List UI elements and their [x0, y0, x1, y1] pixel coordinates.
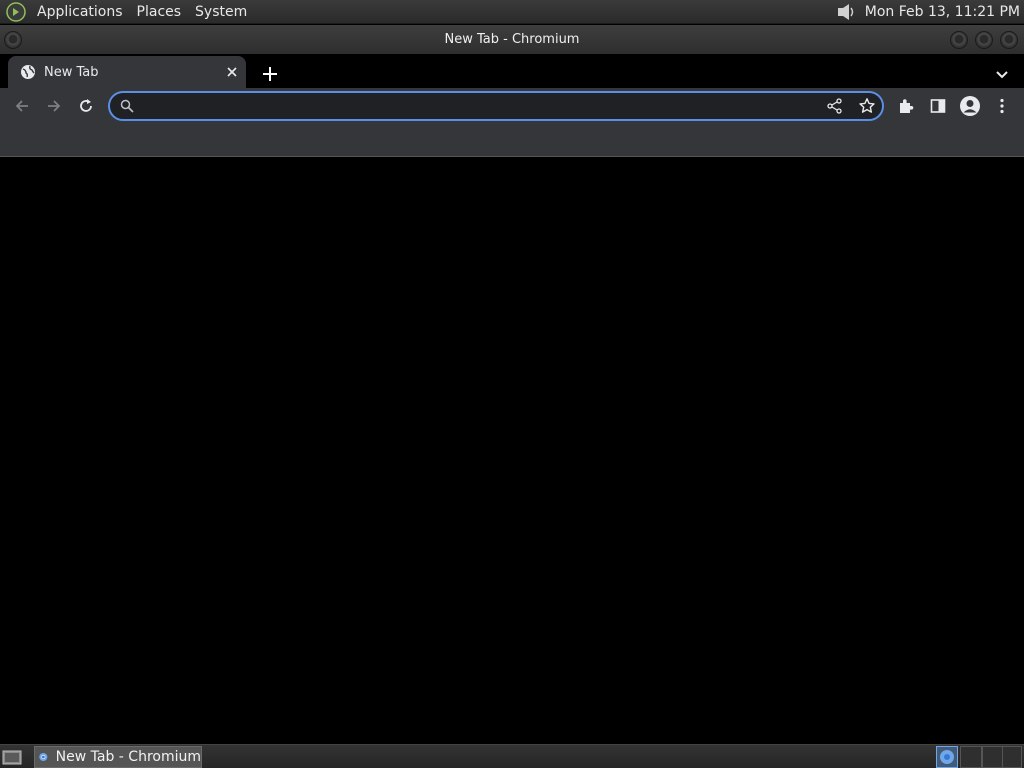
- side-panel-button[interactable]: [924, 92, 952, 120]
- profile-button[interactable]: [956, 92, 984, 120]
- workspace-4[interactable]: [1002, 746, 1022, 768]
- avatar-icon: [960, 96, 980, 116]
- search-icon: [120, 99, 134, 113]
- workspace-1[interactable]: [936, 746, 958, 768]
- extensions-button[interactable]: [892, 92, 920, 120]
- show-desktop-icon[interactable]: [2, 748, 22, 766]
- window-menu-button[interactable]: [4, 31, 22, 49]
- tab-label: New Tab: [44, 64, 99, 80]
- top-panel: Applications Places System Mon Feb 13, 1…: [0, 0, 1024, 24]
- forward-button[interactable]: [40, 92, 68, 120]
- tab-search-chevron-icon[interactable]: [990, 62, 1014, 86]
- back-button[interactable]: [8, 92, 36, 120]
- system-menu[interactable]: System: [188, 0, 254, 24]
- window-titlebar[interactable]: New Tab - Chromium: [0, 25, 1024, 54]
- share-icon[interactable]: [826, 97, 844, 115]
- close-tab-icon[interactable]: [224, 64, 240, 80]
- workspace-2[interactable]: [960, 746, 982, 768]
- address-bar[interactable]: [108, 91, 884, 121]
- volume-icon[interactable]: [835, 1, 857, 23]
- reload-button[interactable]: [72, 92, 100, 120]
- page-content[interactable]: [0, 158, 1024, 744]
- panel-tray: Mon Feb 13, 11:21 PM: [835, 1, 1024, 23]
- taskbar-item-chromium[interactable]: New Tab - Chromium: [34, 746, 202, 768]
- bookmarks-bar: [0, 124, 1024, 157]
- browser-toolbar: [0, 88, 1024, 124]
- reload-icon: [80, 99, 92, 112]
- tab-strip: New Tab: [0, 54, 1024, 88]
- menu-button[interactable]: [988, 92, 1016, 120]
- new-tab-button[interactable]: [258, 62, 282, 86]
- chromium-icon: [39, 752, 48, 762]
- bookmark-star-icon[interactable]: [858, 97, 876, 115]
- address-input[interactable]: [142, 95, 822, 117]
- side-panel-icon: [930, 99, 946, 113]
- chromium-workspace-icon: [940, 750, 954, 764]
- close-window-button[interactable]: [1000, 31, 1018, 49]
- clock[interactable]: Mon Feb 13, 11:21 PM: [865, 4, 1024, 20]
- bottom-panel: New Tab - Chromium: [0, 744, 1024, 768]
- applications-menu[interactable]: Applications: [30, 0, 130, 24]
- places-menu[interactable]: Places: [130, 0, 189, 24]
- minimize-button[interactable]: [950, 31, 968, 49]
- workspace-3[interactable]: [982, 746, 1004, 768]
- taskbar-item-label: New Tab - Chromium: [55, 749, 201, 765]
- arrow-left-icon: [15, 100, 28, 112]
- puzzle-icon: [900, 99, 914, 113]
- kebab-menu-icon: [1000, 98, 1004, 114]
- globe-icon: [21, 65, 35, 79]
- window-title: New Tab - Chromium: [444, 32, 580, 47]
- tab-new-tab[interactable]: New Tab: [8, 56, 246, 88]
- mint-logo-icon[interactable]: [6, 1, 26, 22]
- maximize-button[interactable]: [975, 31, 993, 49]
- arrow-right-icon: [48, 100, 61, 112]
